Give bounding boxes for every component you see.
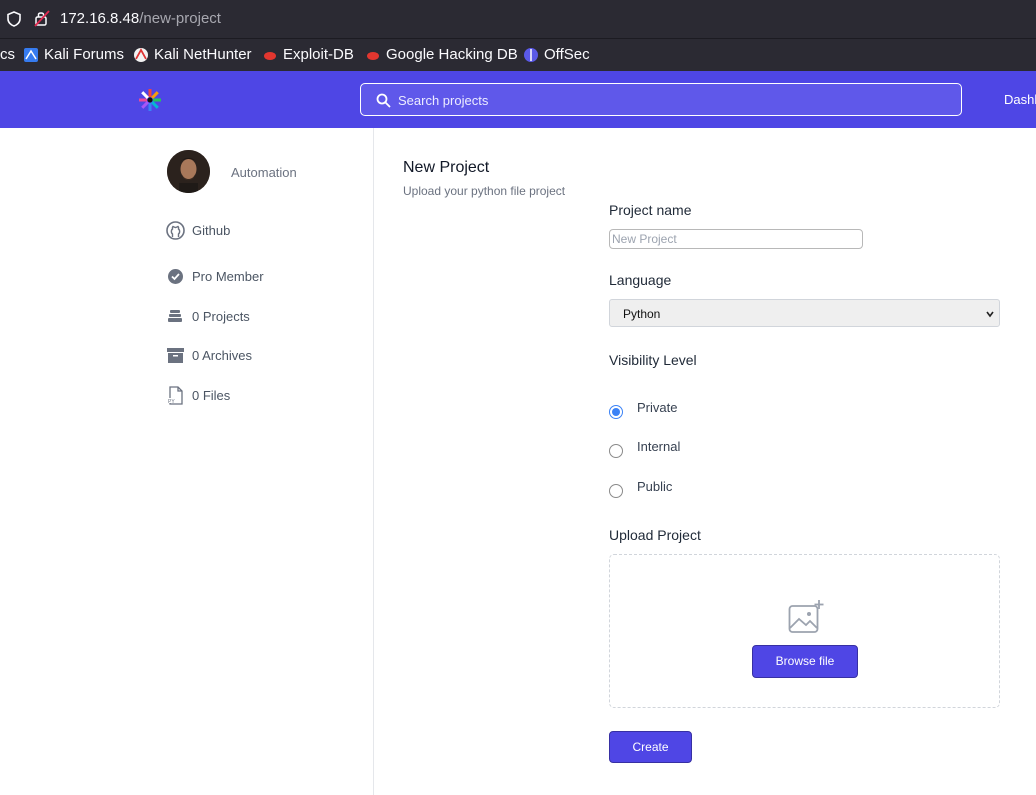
upload-dropzone[interactable]: Browse file	[609, 554, 1000, 708]
create-button[interactable]: Create	[609, 731, 692, 763]
url-text[interactable]: 172.16.8.48/new-project	[60, 10, 221, 27]
language-select[interactable]: Python	[609, 299, 1000, 327]
bookmark-offsec[interactable]: OffSec	[523, 46, 590, 63]
language-select-value: Python	[623, 307, 661, 321]
python-file-icon: PY	[167, 386, 183, 405]
radio-label: Public	[637, 479, 673, 494]
project-name-label: Project name	[609, 202, 692, 218]
sidebar-item-label: Pro Member	[192, 269, 264, 284]
sidebar-item-projects[interactable]: 0 Projects	[166, 307, 250, 326]
main-content: New Project Upload your python file proj…	[375, 128, 1036, 795]
visibility-level-label: Visibility Level	[609, 352, 697, 368]
page-subtitle: Upload your python file project	[403, 184, 566, 198]
nethunter-icon	[134, 47, 148, 62]
browse-file-button[interactable]: Browse file	[752, 645, 858, 678]
visibility-option-internal[interactable]: Internal	[609, 439, 681, 458]
nav-dashboard-link[interactable]: Dashb	[1004, 92, 1036, 107]
sidebar-item-github[interactable]: Github	[166, 221, 230, 240]
language-label: Language	[609, 272, 672, 288]
search-input[interactable]: Search projects	[398, 93, 488, 108]
ghdb-icon	[367, 51, 379, 60]
radio-private[interactable]	[609, 404, 623, 419]
kali-dragon-icon	[24, 47, 38, 62]
radio-label: Private	[637, 400, 678, 415]
sidebar-item-archives[interactable]: 0 Archives	[166, 346, 252, 365]
github-icon	[166, 221, 185, 240]
stack-icon	[168, 310, 182, 322]
archive-box-icon	[167, 348, 184, 363]
username: Automation	[231, 165, 297, 180]
page-title: New Project	[403, 159, 490, 176]
sidebar-item-pro-member[interactable]: Pro Member	[166, 267, 264, 286]
bookmark-kali-forums[interactable]: Kali Forums	[23, 46, 124, 63]
visibility-option-public[interactable]: Public	[609, 479, 673, 498]
search-box[interactable]: Search projects	[360, 83, 962, 116]
radio-internal[interactable]	[609, 443, 623, 458]
offsec-icon	[524, 47, 538, 62]
browser-url-bar: 172.16.8.48/new-project	[0, 0, 1036, 38]
sidebar-item-label: 0 Projects	[192, 309, 250, 324]
sidebar-item-label: Github	[192, 223, 231, 238]
bookmark-item[interactable]: cs	[0, 46, 15, 63]
search-icon	[376, 93, 391, 108]
avatar[interactable]	[167, 150, 210, 193]
sidebar-item-label: 0 Archives	[192, 348, 252, 363]
bookmarks-bar: cs Kali Forums Kali NetHunter Exploit-DB…	[0, 38, 1036, 71]
sidebar-item-label: 0 Files	[192, 388, 231, 403]
check-badge-icon	[168, 269, 183, 284]
visibility-option-private[interactable]: Private	[609, 400, 678, 419]
project-name-input[interactable]	[609, 229, 863, 249]
app-header: Search projects Dashb	[0, 71, 1036, 128]
upload-project-label: Upload Project	[609, 527, 701, 543]
svg-text:PY: PY	[168, 399, 175, 405]
bookmark-exploit-db[interactable]: Exploit-DB	[262, 46, 354, 63]
sidebar: Automation Github Pro Member 0 Projects …	[0, 128, 374, 795]
logo-icon[interactable]	[138, 88, 162, 112]
insecure-lock-icon[interactable]	[34, 10, 50, 27]
sidebar-item-files[interactable]: PY 0 Files	[166, 386, 230, 405]
radio-label: Internal	[637, 439, 681, 454]
radio-public[interactable]	[609, 483, 623, 498]
bookmark-google-hacking-db[interactable]: Google Hacking DB	[365, 46, 518, 63]
shield-icon[interactable]	[7, 11, 21, 27]
add-image-icon	[788, 600, 824, 633]
chevron-down-icon	[986, 311, 994, 318]
exploit-db-icon	[264, 51, 276, 60]
bookmark-kali-nethunter[interactable]: Kali NetHunter	[133, 46, 252, 63]
avatar-image	[167, 150, 210, 193]
